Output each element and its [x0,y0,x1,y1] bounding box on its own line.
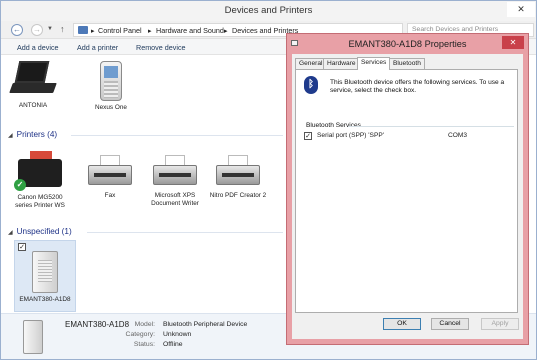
ok-button[interactable]: OK [383,318,421,330]
bluetooth-icon: ᛒ [304,76,318,94]
breadcrumb-separator[interactable]: ▸ [91,26,95,35]
tab-hardware[interactable]: Hardware [323,58,360,69]
device-nexus-one[interactable]: Nexus One [89,61,133,112]
recent-locations-button[interactable]: ▼ [47,26,53,32]
dialog-title-bar[interactable]: EMANT380-A1D8 Properties ✕ [287,34,528,54]
group-divider [87,232,283,233]
tab-bluetooth[interactable]: Bluetooth [389,58,425,69]
window-title-bar[interactable]: Devices and Printers ✕ [1,1,536,21]
breadcrumb-separator[interactable]: ▸ [224,26,228,35]
device-label: EMANT380-A1D8 [19,296,71,303]
fax-icon [88,153,132,189]
details-model-label: Model: [134,321,155,328]
dialog-window-icon [291,40,298,46]
window-close-button[interactable]: ✕ [507,2,535,17]
dialog-title: EMANT380-A1D8 Properties [348,39,467,49]
device-label: Fax [104,192,116,199]
remove-device-button[interactable]: Remove device [136,43,186,52]
details-category-value: Unknown [163,331,192,338]
printer-microsoft-xps[interactable]: Microsoft XPS Document Writer [145,153,205,207]
printer-icon [153,153,197,189]
device-label: Nitro PDF Creator 2 [209,192,267,199]
printer-fax[interactable]: Fax [83,153,137,200]
printer-icon: ✓ [14,149,64,191]
service-name: Serial port (SPP) 'SPP' [317,132,385,139]
device-list: ANTONIA Nexus One ◢ Printers (4) ✓ Canon … [1,57,286,313]
device-label: ANTONIA [18,102,48,109]
dialog-body: General Hardware Services Bluetooth ᛒ Th… [292,54,523,339]
printer-nitro-pdf[interactable]: Nitro PDF Creator 2 [207,153,269,200]
bluetooth-device-icon [32,251,58,293]
device-label: Microsoft XPS Document Writer [151,192,199,207]
back-button[interactable]: ← [11,24,23,36]
device-label: Nexus One [95,104,127,111]
phone-icon [100,61,122,101]
default-printer-check-icon: ✓ [14,179,26,191]
window-title: Devices and Printers [224,5,313,16]
properties-dialog: EMANT380-A1D8 Properties ✕ General Hardw… [286,33,529,345]
group-divider [348,126,514,127]
service-checkbox[interactable]: ✓ [304,132,312,140]
details-status-value: Offline [163,341,183,348]
bluetooth-device-icon [23,320,43,354]
tab-services[interactable]: Services [357,57,391,70]
add-device-button[interactable]: Add a device [17,43,59,52]
cancel-button[interactable]: Cancel [431,318,469,330]
device-emant380[interactable]: ✓ EMANT380-A1D8 [14,240,76,312]
forward-button[interactable]: → [31,24,43,36]
breadcrumb-separator[interactable]: ▸ [148,26,152,35]
device-select-checkbox[interactable]: ✓ [18,243,26,251]
printer-canon[interactable]: ✓ Canon MG5200 series Printer WS [14,149,65,209]
device-label: Canon MG5200 series Printer WS [15,194,65,209]
service-port: COM3 [448,132,468,139]
apply-button[interactable]: Apply [481,318,519,330]
laptop-icon [9,61,57,99]
printers-group-header[interactable]: ◢ Printers (4) [8,130,57,139]
control-panel-icon [78,26,88,34]
device-antonia[interactable]: ANTONIA [9,61,57,110]
up-button[interactable]: ↑ [60,24,65,34]
group-divider [71,135,283,136]
tab-general[interactable]: General [295,58,327,69]
dialog-close-button[interactable]: ✕ [502,36,524,49]
breadcrumb-hardware-and-sound[interactable]: Hardware and Sound [156,26,224,35]
collapse-icon: ◢ [8,133,13,139]
add-printer-button[interactable]: Add a printer [77,43,118,52]
collapse-icon: ◢ [8,230,13,236]
services-description: This Bluetooth device offers the followi… [330,79,505,95]
service-row[interactable]: ✓ Serial port (SPP) 'SPP' COM3 [304,132,516,142]
services-tab-panel: ᛒ This Bluetooth device offers the follo… [295,69,518,313]
unspecified-group-title: Unspecified (1) [16,227,72,236]
unspecified-group-header[interactable]: ◢ Unspecified (1) [8,227,72,236]
printers-group-title: Printers (4) [16,130,58,139]
details-category-label: Category: [125,331,155,338]
details-status-label: Status: [133,341,155,348]
services-list: ✓ Serial port (SPP) 'SPP' COM3 [304,132,516,142]
device-tile-content: EMANT380-A1D8 [15,251,75,304]
printer-icon [216,153,260,189]
breadcrumb-control-panel[interactable]: Control Panel [98,26,142,35]
details-model-value: Bluetooth Peripheral Device [163,321,248,328]
